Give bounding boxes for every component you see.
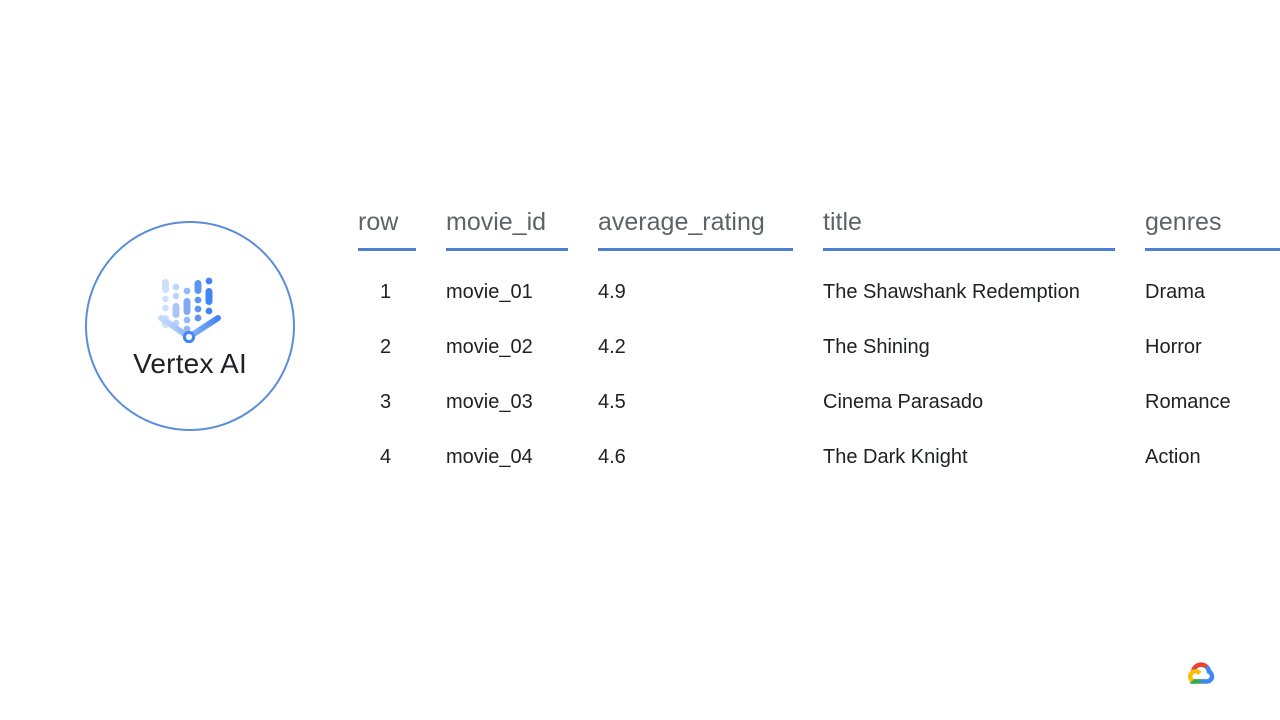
column-header-genres-label: genres: [1145, 208, 1222, 236]
cell-row: 4: [380, 446, 392, 468]
cell-average-rating: 4.6: [598, 446, 626, 468]
cell-genres: Drama: [1145, 281, 1206, 303]
table-row[interactable]: 4 movie_04 4.6 The Dark Knight Action: [358, 430, 1280, 485]
cell-row: 2: [380, 336, 392, 358]
cell-title: The Dark Knight: [823, 446, 968, 468]
column-header-average-rating-label: average_rating: [598, 208, 765, 236]
column-header-title[interactable]: title: [823, 208, 1145, 265]
table-body: 1 movie_01 4.9 The Shawshank Redemption …: [358, 265, 1280, 485]
vertex-ai-funnel-icon: [158, 277, 221, 344]
vertex-ai-badge: Vertex AI: [85, 221, 295, 431]
cell-genres: Action: [1145, 446, 1201, 468]
column-rule-movie-id: [446, 248, 568, 251]
column-header-genres[interactable]: genres: [1145, 208, 1280, 265]
table-row[interactable]: 3 movie_03 4.5 Cinema Parasado Romance: [358, 375, 1280, 430]
cell-movie-id: movie_04: [446, 446, 533, 468]
google-cloud-logo: [1188, 662, 1215, 684]
column-header-average-rating[interactable]: average_rating: [598, 208, 823, 265]
movies-table: row movie_id average_rating title genres: [358, 208, 1280, 485]
table-row[interactable]: 1 movie_01 4.9 The Shawshank Redemption …: [358, 265, 1280, 320]
cell-title: The Shining: [823, 336, 930, 358]
column-rule-average-rating: [598, 248, 793, 251]
slide-root: Vertex AI row movie_id average_rating ti…: [0, 0, 1280, 720]
cell-row: 3: [380, 391, 392, 413]
cell-movie-id: movie_02: [446, 336, 533, 358]
cell-title: The Shawshank Redemption: [823, 281, 1080, 303]
cell-movie-id: movie_03: [446, 391, 533, 413]
cell-average-rating: 4.9: [598, 281, 626, 303]
vertex-ai-label: Vertex AI: [133, 348, 247, 379]
table-header: row movie_id average_rating title genres: [358, 208, 1280, 265]
cell-average-rating: 4.5: [598, 391, 626, 413]
column-header-row-label: row: [358, 208, 399, 236]
table-row[interactable]: 2 movie_02 4.2 The Shining Horror: [358, 320, 1280, 375]
column-header-movie-id[interactable]: movie_id: [446, 208, 598, 265]
table-header-row: row movie_id average_rating title genres: [358, 208, 1280, 265]
cell-row: 1: [380, 281, 392, 303]
cell-movie-id: movie_01: [446, 281, 533, 303]
cell-genres: Horror: [1145, 336, 1202, 358]
column-rule-row: [358, 248, 416, 251]
cell-title: Cinema Parasado: [823, 391, 984, 413]
column-rule-genres: [1145, 248, 1280, 251]
column-header-movie-id-label: movie_id: [446, 208, 547, 236]
column-header-row[interactable]: row: [358, 208, 446, 265]
column-header-title-label: title: [823, 208, 862, 236]
cell-genres: Romance: [1145, 391, 1231, 413]
cell-average-rating: 4.2: [598, 336, 626, 358]
column-rule-title: [823, 248, 1115, 251]
